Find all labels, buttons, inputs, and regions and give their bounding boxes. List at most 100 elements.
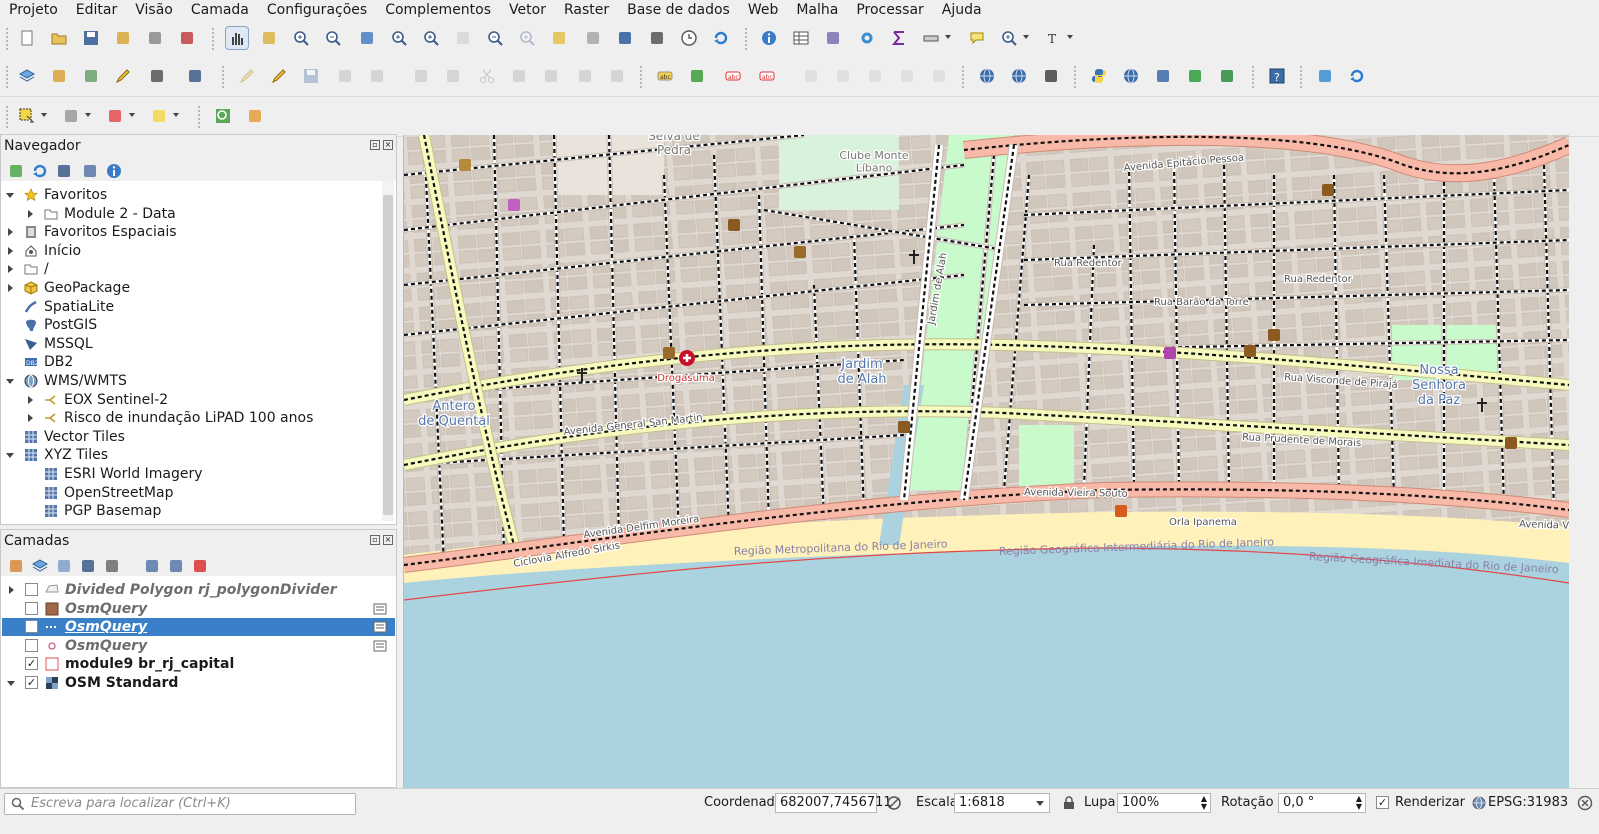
expand-arrow-icon[interactable] <box>8 246 13 255</box>
expand-arrow-icon[interactable] <box>8 228 13 237</box>
open-project-button[interactable] <box>48 27 70 49</box>
modify-attributes-button[interactable] <box>410 65 432 87</box>
layer-labeling-button[interactable]: abc <box>654 65 676 87</box>
chevron-down-icon[interactable] <box>129 113 135 117</box>
add-group-button[interactable] <box>29 555 49 573</box>
browser-item[interactable]: Vector Tiles <box>1 428 381 446</box>
refresh-browser-button[interactable] <box>29 160 49 178</box>
new-virtual-layer-button[interactable] <box>146 65 168 87</box>
open-attribute-table-button[interactable] <box>790 27 812 49</box>
temporary-layer-icon[interactable] <box>373 640 387 652</box>
expand-arrow-icon[interactable] <box>28 414 33 423</box>
menu-complementos[interactable]: Complementos <box>376 0 500 20</box>
menu-projeto[interactable]: Projeto <box>0 0 67 20</box>
rotate-label-button[interactable] <box>864 65 886 87</box>
menu-editar[interactable]: Editar <box>67 0 126 20</box>
lock-icon[interactable] <box>1063 796 1075 810</box>
browser-item[interactable]: DB2 DB2 <box>1 353 381 371</box>
toolbar-handle[interactable] <box>212 28 217 50</box>
menu-vetor[interactable]: Vetor <box>500 0 555 20</box>
scale-combobox[interactable]: 1:6818 <box>954 793 1050 813</box>
save-project-button[interactable] <box>80 27 102 49</box>
filter-browser-button[interactable] <box>53 160 73 178</box>
undo-button[interactable] <box>574 65 596 87</box>
expand-all-button[interactable] <box>141 555 161 573</box>
browser-item[interactable]: PostGIS <box>1 316 381 334</box>
new-project-button[interactable] <box>16 27 38 49</box>
expand-arrow-icon[interactable] <box>28 395 33 404</box>
collapse-arrow-icon[interactable] <box>6 193 14 198</box>
temporal-controller-button[interactable] <box>678 27 700 49</box>
cut-features-button[interactable] <box>476 65 498 87</box>
browser-item[interactable]: / <box>1 260 381 278</box>
zoom-in-button[interactable] <box>290 27 312 49</box>
remove-layer-button[interactable] <box>189 555 209 573</box>
browser-item[interactable]: Favoritos <box>1 186 381 204</box>
menu-ajuda[interactable]: Ajuda <box>933 0 991 20</box>
toolbar-handle[interactable] <box>6 66 11 88</box>
processing-plugin-button[interactable] <box>1314 65 1336 87</box>
browser-item[interactable]: Início <box>1 242 381 260</box>
plugin-tool-button[interactable] <box>1216 65 1238 87</box>
menu-raster[interactable]: Raster <box>555 0 618 20</box>
layer-item[interactable]: ✓ OSM Standard <box>2 674 395 692</box>
browser-item[interactable]: Favoritos Espaciais <box>1 223 381 241</box>
annotation-button[interactable]: T <box>1042 27 1064 49</box>
plugin-info-button[interactable] <box>1184 65 1206 87</box>
browser-item[interactable]: OpenStreetMap <box>1 484 381 502</box>
collapse-all-layers-button[interactable] <box>165 555 185 573</box>
menu-malha[interactable]: Malha <box>787 0 847 20</box>
scrollbar-thumb[interactable] <box>383 195 393 515</box>
layout-manager-button[interactable] <box>144 27 166 49</box>
coordinate-field[interactable]: 682007,7456711 <box>775 793 892 813</box>
menu-vis-o[interactable]: Visão <box>126 0 182 20</box>
layer-item[interactable]: Divided Polygon rj_polygonDivider <box>2 581 395 599</box>
data-source-manager-button[interactable] <box>16 65 38 87</box>
chevron-down-icon[interactable] <box>1067 35 1073 39</box>
new-bookmark-button[interactable] <box>614 27 636 49</box>
toolbar-handle[interactable] <box>198 106 203 128</box>
collapse-arrow-icon[interactable] <box>6 379 14 384</box>
enable-properties-button[interactable] <box>103 160 123 178</box>
add-feature-button[interactable] <box>334 65 356 87</box>
move-label-button[interactable] <box>832 65 854 87</box>
zoom-to-selection-button[interactable] <box>388 27 410 49</box>
crs-globe-icon[interactable] <box>1472 796 1486 810</box>
open-layer-styling-button[interactable] <box>5 555 25 573</box>
vertex-tool-button[interactable] <box>366 65 388 87</box>
locator-search-input[interactable]: Escreva para localizar (Ctrl+K) <box>4 793 356 815</box>
zoom-next-button[interactable] <box>516 27 538 49</box>
temporary-layer-icon[interactable] <box>373 603 387 615</box>
browser-item[interactable]: EOX Sentinel-2 <box>1 391 381 409</box>
redo-button[interactable] <box>606 65 628 87</box>
layer-visibility-checkbox[interactable] <box>25 601 38 615</box>
measure-line-button[interactable] <box>920 27 942 49</box>
chevron-down-icon[interactable] <box>173 113 179 117</box>
toolbar-handle[interactable] <box>222 66 227 88</box>
layer-visibility-checkbox[interactable] <box>25 583 38 596</box>
layer-visibility-checkbox[interactable]: ✓ <box>25 676 38 689</box>
add-selected-layers-button[interactable] <box>5 160 25 178</box>
osm-place-search-button[interactable] <box>1040 65 1062 87</box>
chevron-down-icon[interactable] <box>1023 35 1029 39</box>
new-temporary-layer-button[interactable] <box>184 65 206 87</box>
toolbar-handle[interactable] <box>962 66 967 88</box>
expand-arrow-icon[interactable] <box>8 265 13 274</box>
label-properties-button[interactable] <box>928 65 950 87</box>
map-canvas[interactable]: Selva de Pedra Clube Monte Líbano Jardim de A… <box>403 135 1569 788</box>
rotation-spinbox[interactable]: 0,0 ° ▲ ▼ <box>1278 793 1366 813</box>
toolbar-handle[interactable] <box>640 66 645 88</box>
metasearch-button[interactable] <box>1120 65 1142 87</box>
toolbar-handle[interactable] <box>745 28 750 50</box>
toolbar-handle[interactable] <box>6 28 11 50</box>
toolbar-handle[interactable] <box>1252 66 1257 88</box>
render-checkbox[interactable]: ✓ <box>1376 796 1389 809</box>
select-by-expression-button[interactable] <box>148 105 170 127</box>
temporary-layer-icon[interactable] <box>373 621 387 633</box>
paste-features-button[interactable] <box>540 65 562 87</box>
reload-plugin-button[interactable] <box>1346 65 1368 87</box>
toolbar-handle[interactable] <box>1074 66 1079 88</box>
messages-icon[interactable] <box>1577 795 1593 811</box>
map-tips-button[interactable] <box>966 27 988 49</box>
search-qms-button[interactable] <box>1008 65 1030 87</box>
